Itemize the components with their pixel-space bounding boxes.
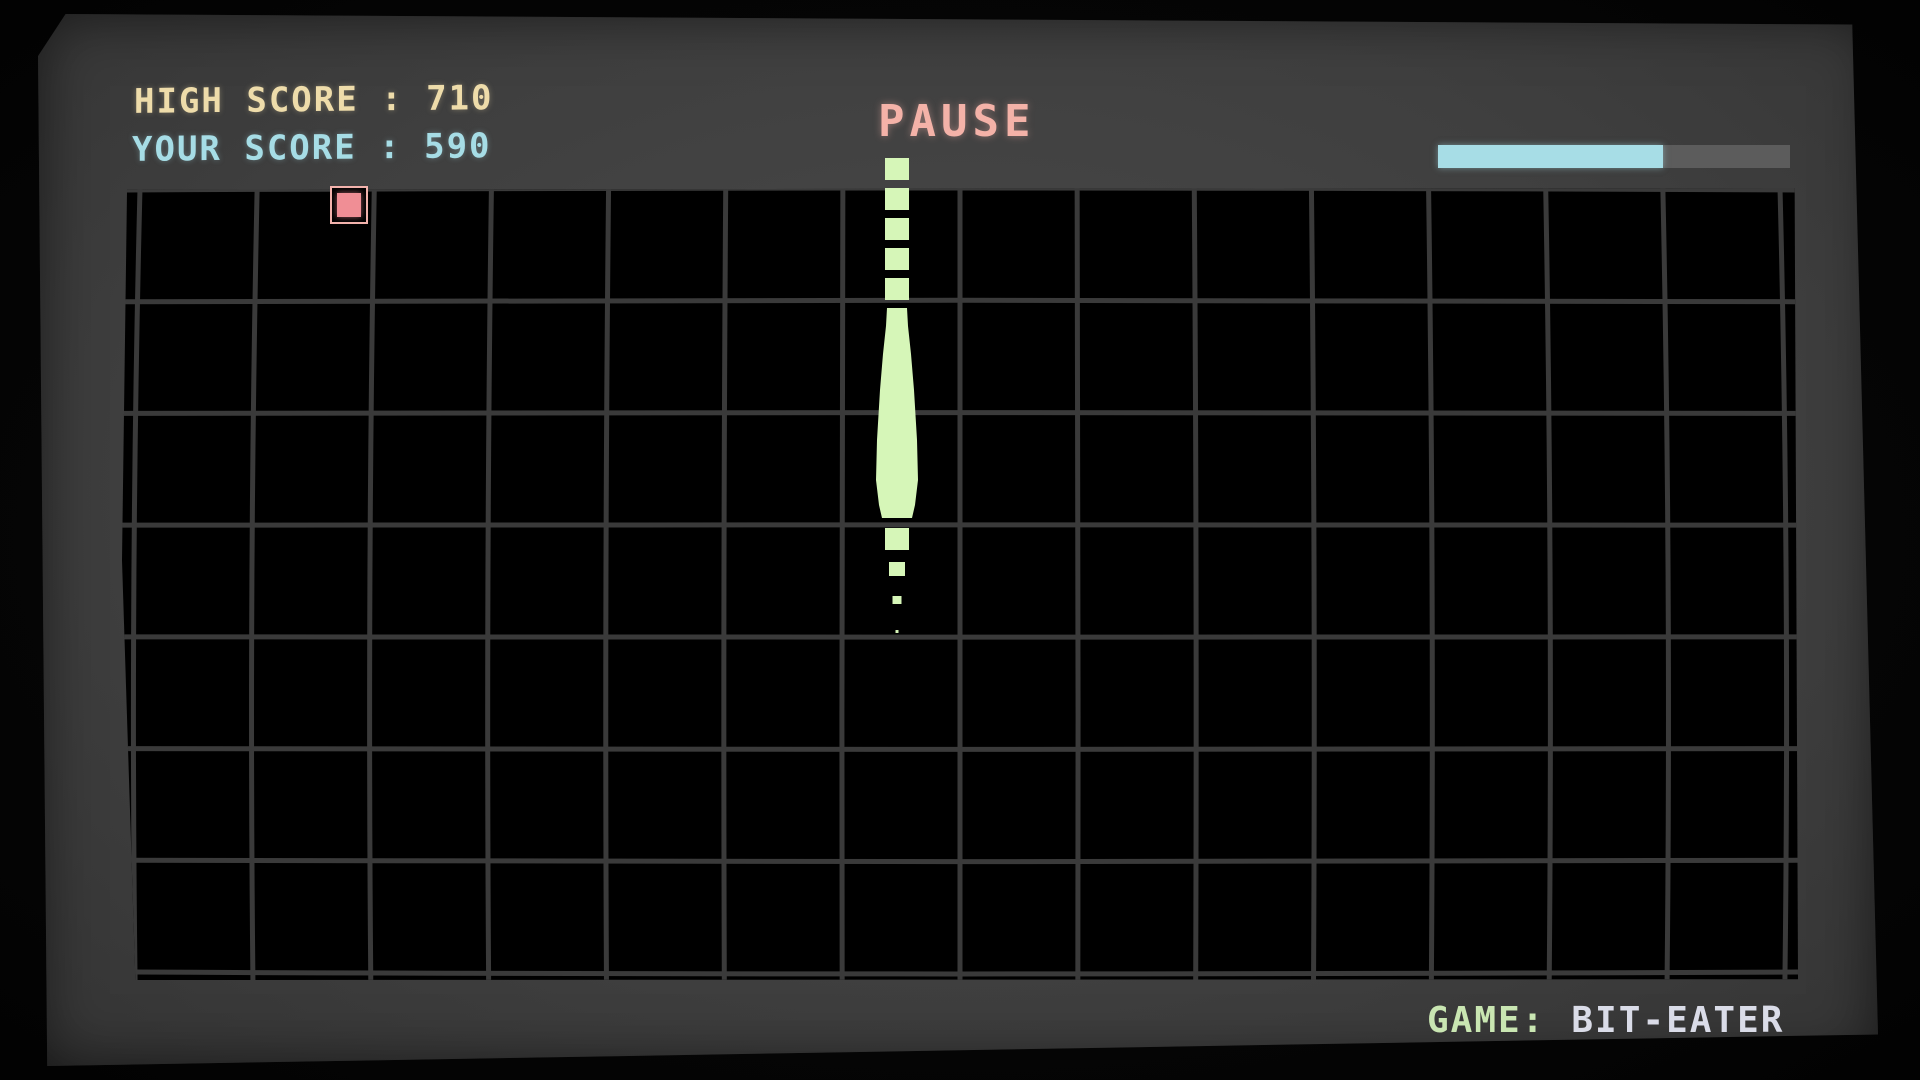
snake-tail-segment: [889, 562, 905, 576]
snake-segment: [885, 248, 909, 270]
snake-tail-segment: [895, 630, 899, 633]
game-title-value: BIT-EATER: [1571, 1000, 1785, 1041]
grid-row-line: [122, 746, 1798, 752]
high-score-label: HIGH SCORE : 710: [134, 78, 494, 122]
grid-lines: [122, 188, 1798, 980]
snake-segment: [885, 218, 909, 240]
snake: [876, 158, 918, 633]
game-title: GAME: BIT-EATER: [1427, 1000, 1784, 1041]
game-playfield[interactable]: [122, 188, 1798, 980]
snake-segment: [885, 188, 909, 210]
food-pellet: [330, 186, 368, 224]
progress-bar: [1438, 145, 1790, 168]
pause-indicator[interactable]: PAUSE: [878, 96, 1035, 147]
game-title-key: GAME:: [1427, 1000, 1546, 1041]
snake-tail-segment: [892, 596, 902, 604]
food-pellet-core: [337, 193, 361, 217]
crt-screen: HIGH SCORE : 710 YOUR SCORE : 590 PAUSE …: [0, 0, 1920, 1080]
grid-row-line: [122, 410, 1798, 416]
grid-row-line: [122, 297, 1798, 305]
snake-segment: [885, 158, 909, 180]
grid-row-line: [122, 969, 1798, 977]
progress-bar-fill: [1438, 145, 1664, 168]
snake-tail-segment: [885, 528, 909, 550]
grid-row-line: [122, 857, 1798, 865]
your-score-label: YOUR SCORE : 590: [132, 126, 492, 170]
snake-body: [876, 308, 918, 518]
snake-segment: [885, 278, 909, 300]
